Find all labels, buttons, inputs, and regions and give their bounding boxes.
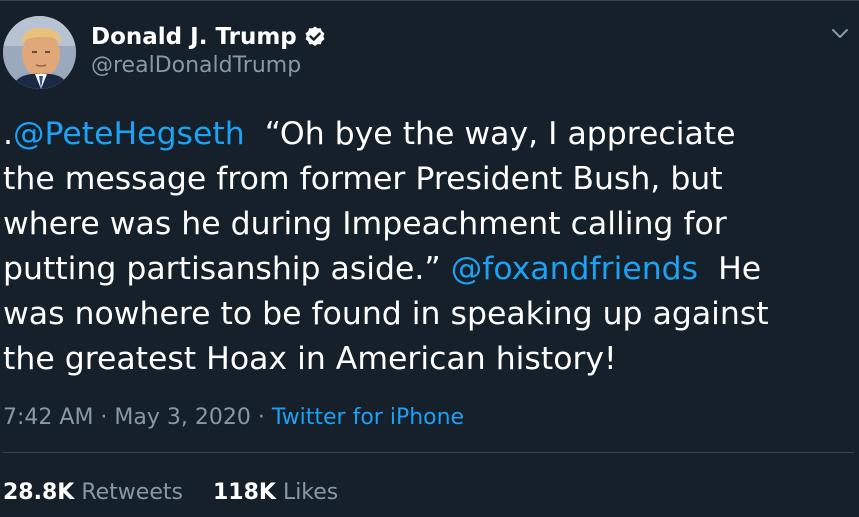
likes-label: Likes — [282, 480, 339, 505]
retweets-stat[interactable]: 28.8K Retweets — [3, 480, 183, 505]
chevron-down-icon[interactable] — [829, 23, 851, 45]
tweet-text-line: was nowhere to be found in speaking up a… — [3, 292, 855, 337]
likes-stat[interactable]: 118K Likes — [213, 480, 338, 505]
tweet-source-link[interactable]: Twitter for iPhone — [272, 405, 464, 430]
author-name-row[interactable]: Donald J. Trump — [91, 22, 327, 52]
verified-badge-icon — [303, 25, 327, 49]
divider — [3, 452, 854, 453]
tweet-text-segment: where was he during Impeachment calling … — [3, 206, 727, 242]
tweet-text-line: the greatest Hoax in American history! — [3, 337, 855, 382]
tweet-meta: 7:42 AM · May 3, 2020 · Twitter for iPho… — [3, 405, 464, 430]
tweet-text-segment: He — [698, 251, 762, 287]
avatar-photo-icon — [3, 16, 76, 89]
mention-link[interactable]: @foxandfriends — [451, 251, 698, 287]
tweet-stats: 28.8K Retweets 118K Likes — [3, 480, 338, 505]
tweet-text-line: .@PeteHegseth “Oh bye the way, I appreci… — [3, 112, 855, 157]
meta-separator: · — [93, 405, 115, 430]
likes-count: 118K — [212, 480, 276, 505]
tweet-text-segment: “Oh bye the way, I appreciate — [244, 116, 736, 152]
tweet-text: .@PeteHegseth “Oh bye the way, I appreci… — [3, 112, 855, 382]
tweet-text-segment: the greatest Hoax in American history! — [3, 341, 617, 377]
meta-separator: · — [250, 405, 272, 430]
tweet-text-segment: . — [3, 116, 14, 152]
author-display-name[interactable]: Donald J. Trump — [91, 24, 297, 50]
tweet-text-line: putting partisanship aside.” @foxandfrie… — [3, 247, 855, 292]
tweet-text-segment: putting partisanship aside.” — [3, 251, 451, 287]
tweet-card: Donald J. Trump @realDonaldTrump .@PeteH… — [0, 0, 859, 517]
mention-link[interactable]: @PeteHegseth — [13, 116, 245, 152]
retweets-label: Retweets — [81, 480, 183, 505]
tweet-time[interactable]: 7:42 AM — [3, 405, 93, 430]
tweet-text-segment: the message from former President Bush, … — [3, 161, 723, 197]
retweets-count: 28.8K — [3, 480, 75, 505]
tweet-text-line: the message from former President Bush, … — [3, 157, 855, 202]
tweet-text-line: where was he during Impeachment calling … — [3, 202, 855, 247]
tweet-text-segment: was nowhere to be found in speaking up a… — [3, 296, 769, 332]
tweet-date[interactable]: May 3, 2020 — [114, 405, 250, 430]
avatar[interactable] — [3, 16, 76, 89]
author-handle[interactable]: @realDonaldTrump — [91, 53, 301, 78]
